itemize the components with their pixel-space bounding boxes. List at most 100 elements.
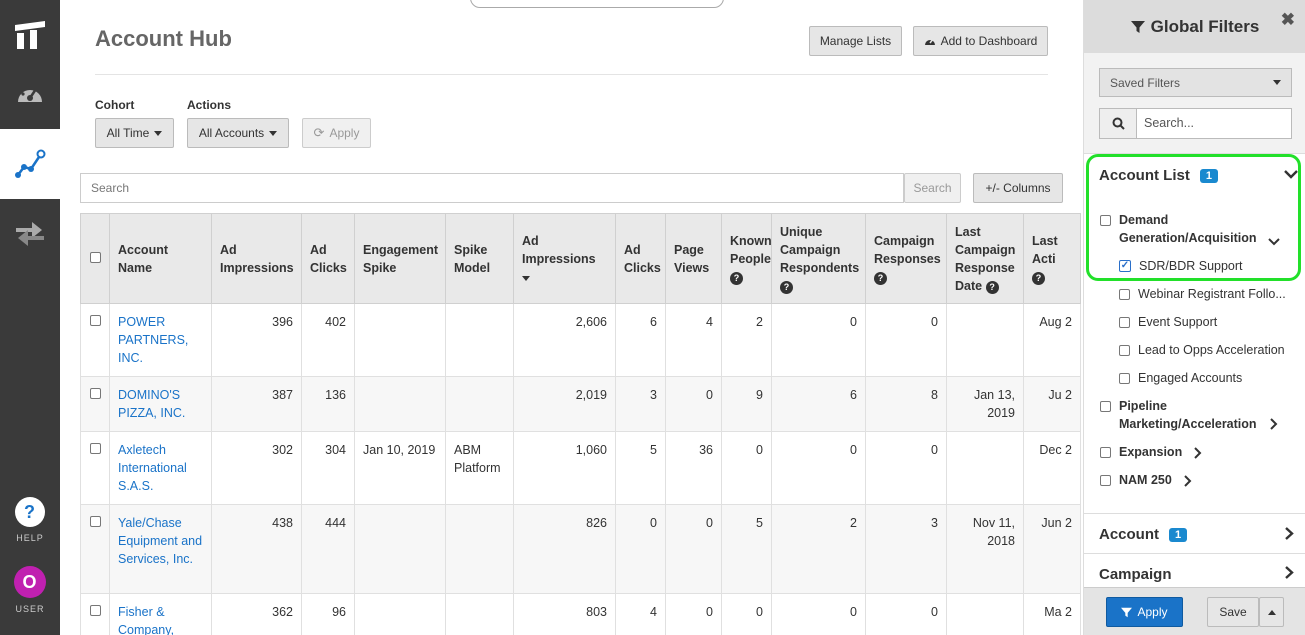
col-known-people[interactable]: Known People ? [721, 213, 772, 304]
transfer-arrows-icon[interactable] [0, 199, 60, 269]
checkbox[interactable] [1119, 373, 1130, 384]
add-to-dashboard-button[interactable]: Add to Dashboard [913, 26, 1048, 56]
chevron-right-icon[interactable] [1285, 527, 1294, 540]
table-search-button[interactable]: Search [904, 173, 961, 203]
cell-value: Ma 2 [1044, 605, 1072, 619]
account-link[interactable]: Yale/Chase Equipment and Services, Inc. [118, 516, 202, 566]
help-question-icon[interactable]: ? [874, 271, 887, 285]
cell-value: 0 [850, 605, 857, 619]
table-cell: 387 [211, 376, 302, 432]
col-unique-campaign-respondents[interactable]: Unique Campaign Respondents ? [771, 213, 866, 304]
columns-toggle-button[interactable]: +/- Columns [973, 173, 1063, 203]
checkbox[interactable] [1119, 345, 1130, 356]
help-question-icon[interactable]: ? [1032, 271, 1045, 285]
table-cell: 402 [301, 303, 355, 377]
account-section[interactable]: Account 1 [1084, 513, 1305, 553]
checkbox[interactable] [1100, 401, 1111, 412]
list-item-lead-to-opps[interactable]: Lead to Opps Acceleration [1119, 341, 1285, 359]
col-label: Account Name [118, 242, 168, 275]
table-cell: 0 [721, 431, 772, 505]
save-options-dropdown[interactable] [1259, 597, 1284, 627]
col-ad-impressions[interactable]: Ad Impressions [211, 213, 302, 304]
checkbox[interactable] [1100, 447, 1111, 458]
row-checkbox[interactable] [89, 388, 101, 399]
list-item-nam-250[interactable]: NAM 250 [1100, 471, 1192, 489]
row-checkbox[interactable] [89, 516, 101, 527]
table-search-input[interactable] [80, 173, 904, 203]
apply-actions-button[interactable]: ⟳ Apply [302, 118, 371, 148]
saved-filters-dropdown[interactable]: Saved Filters [1099, 68, 1292, 97]
col-page-views[interactable]: Page Views [665, 213, 722, 304]
list-item-pipeline-marketing[interactable]: Pipeline Marketing/Acceleration [1100, 397, 1290, 433]
dashboard-gauge-icon[interactable] [0, 58, 60, 128]
list-item-expansion[interactable]: Expansion [1100, 443, 1202, 461]
col-ad-impressions-sorted[interactable]: Ad Impressions [513, 213, 616, 304]
accounts-table: Account Name Ad Impressions Ad Clicks En… [80, 213, 1081, 635]
list-item-event-support[interactable]: Event Support [1119, 313, 1217, 331]
cell-value: 3 [650, 388, 657, 402]
campaign-section[interactable]: Campaign [1084, 553, 1305, 587]
apply-filters-button[interactable]: Apply [1106, 597, 1183, 627]
account-link[interactable]: Axletech International S.A.S. [118, 443, 187, 493]
account-label: Account [1099, 526, 1159, 543]
row-checkbox[interactable] [89, 443, 101, 454]
col-account-name[interactable]: Account Name [109, 213, 212, 304]
caret-down-icon [154, 130, 163, 136]
help-button[interactable]: ? HELP [0, 497, 60, 543]
help-question-icon[interactable]: ? [730, 271, 743, 285]
list-item-webinar[interactable]: Webinar Registrant Follo... [1119, 285, 1286, 303]
cohort-dropdown[interactable]: All Time [95, 118, 174, 148]
filter-search-input[interactable] [1144, 114, 1284, 132]
actions-dropdown[interactable]: All Accounts [187, 118, 289, 148]
col-engagement-spike[interactable]: Engagement Spike [354, 213, 446, 304]
help-question-icon[interactable]: ? [985, 280, 999, 294]
item-label: Event Support [1138, 315, 1218, 329]
chevron-right-icon[interactable] [1285, 566, 1294, 579]
help-question-icon[interactable]: ? [780, 280, 793, 294]
chevron-right-icon[interactable] [1194, 447, 1202, 459]
account-link[interactable]: POWER PARTNERS, INC. [118, 315, 188, 365]
col-label: Ad Impressions [522, 233, 596, 266]
close-icon[interactable]: ✖ [1281, 10, 1295, 30]
table-cell [354, 593, 446, 635]
cell-value: 304 [325, 443, 346, 457]
col-last-activity[interactable]: Last Acti ? [1023, 213, 1081, 304]
table-cell: 2,019 [513, 376, 616, 432]
select-all-checkbox[interactable] [89, 251, 101, 263]
account-hub-network-icon[interactable] [0, 129, 60, 199]
checkbox[interactable] [1119, 289, 1130, 300]
table-cell: 362 [211, 593, 302, 635]
checkbox[interactable] [1119, 317, 1130, 328]
col-last-campaign-response-date[interactable]: Last Campaign Response Date ? [946, 213, 1024, 304]
save-label: Save [1219, 605, 1247, 619]
panel-footer: Apply Save [1084, 587, 1305, 635]
manage-lists-button[interactable]: Manage Lists [809, 26, 902, 56]
item-label: Pipeline Marketing/Acceleration [1119, 399, 1257, 431]
cell-value: 0 [756, 605, 763, 619]
list-item-engaged-accounts[interactable]: Engaged Accounts [1119, 369, 1242, 387]
add-to-dashboard-label: Add to Dashboard [940, 34, 1038, 48]
save-filters-button[interactable]: Save [1207, 597, 1259, 627]
search-icon [1100, 109, 1137, 138]
table-cell: 6 [771, 376, 866, 432]
actions-label: Actions [187, 98, 232, 112]
user-button[interactable]: O USER [0, 566, 60, 614]
account-header: Account 1 [1099, 526, 1188, 543]
table-cell: 2,606 [513, 303, 616, 377]
table-cell: 3 [615, 376, 666, 432]
col-ad-clicks-2[interactable]: Ad Clicks [615, 213, 666, 304]
account-link[interactable]: DOMINO'S PIZZA, INC. [118, 388, 185, 420]
chevron-right-icon[interactable] [1184, 475, 1192, 487]
top-search-pill[interactable] [470, 0, 724, 8]
col-spike-model[interactable]: Spike Model [445, 213, 514, 304]
col-ad-clicks[interactable]: Ad Clicks [301, 213, 355, 304]
col-campaign-responses[interactable]: Campaign Responses ? [865, 213, 947, 304]
account-link[interactable]: Fisher & Company, [118, 605, 174, 635]
funnel-icon [1121, 607, 1133, 617]
row-checkbox[interactable] [89, 605, 101, 616]
cell-value: Nov 11, 2018 [972, 516, 1015, 548]
chevron-right-icon[interactable] [1270, 418, 1278, 433]
col-label: Page Views [674, 242, 710, 275]
row-checkbox[interactable] [89, 315, 101, 326]
checkbox[interactable] [1100, 475, 1111, 486]
